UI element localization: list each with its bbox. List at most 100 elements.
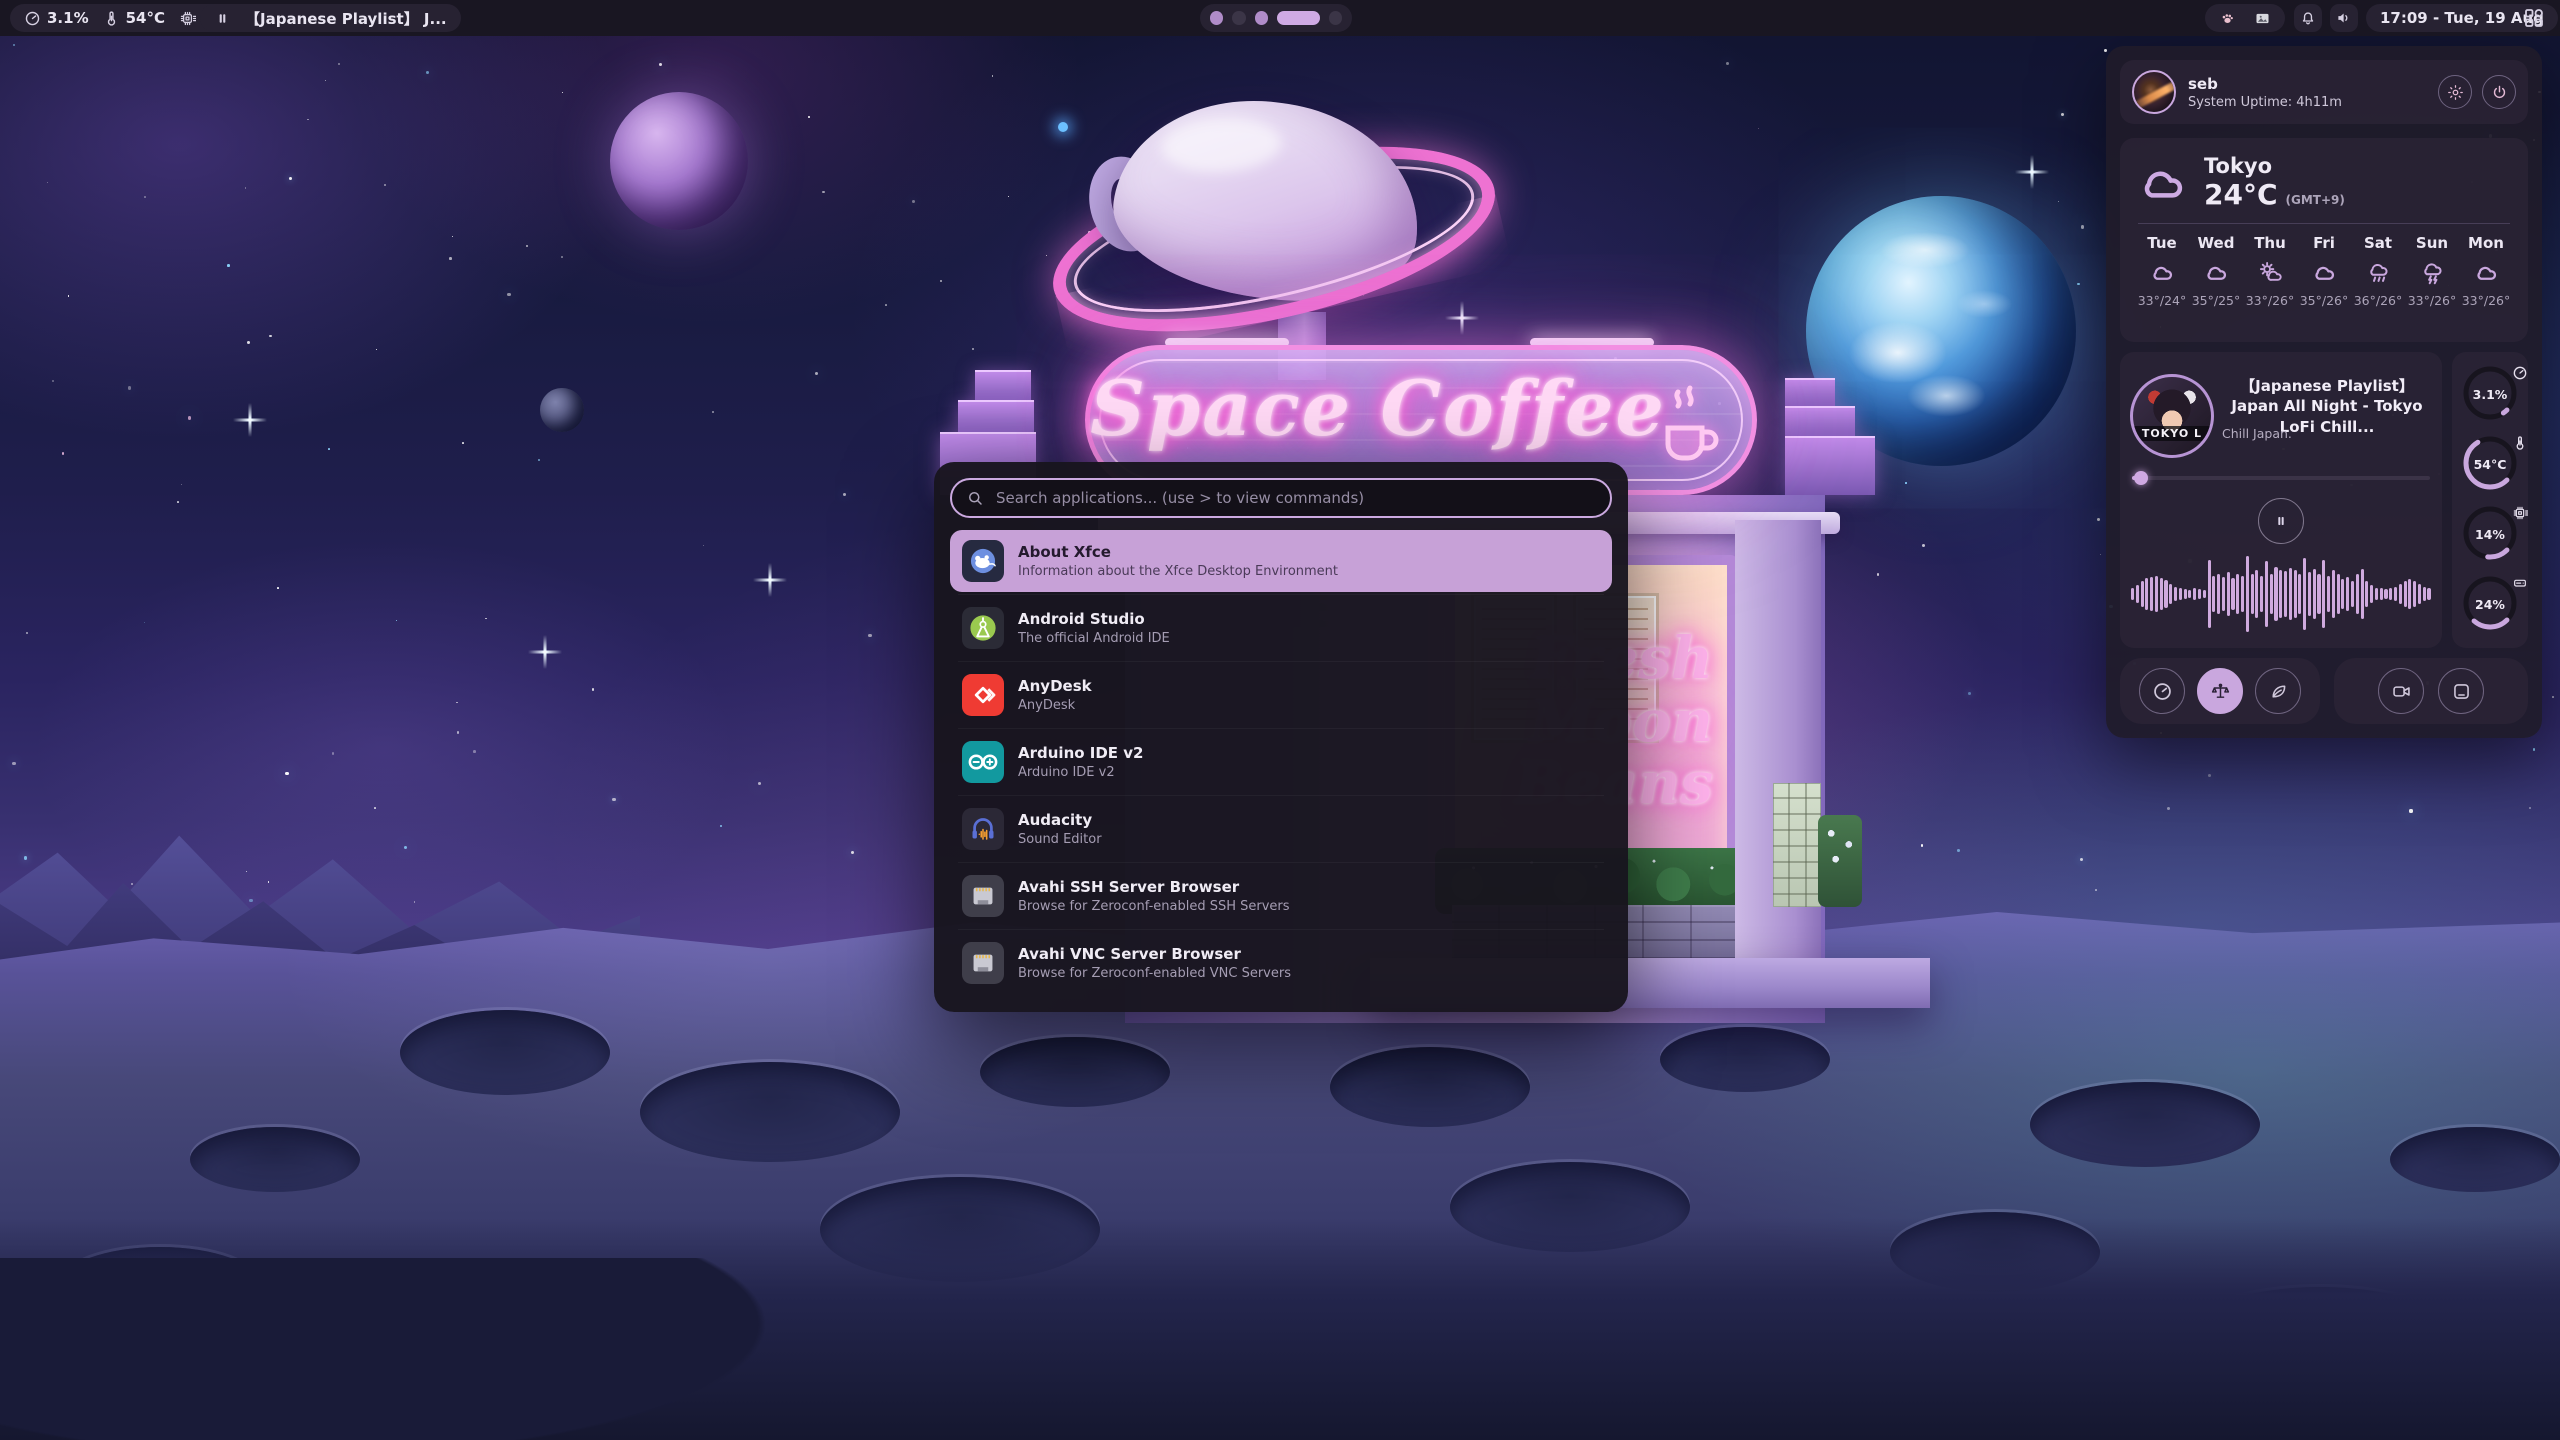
star: [2409, 809, 2412, 812]
workspace-dot[interactable]: [1255, 11, 1268, 25]
overview-button[interactable]: [2522, 6, 2546, 30]
star: [868, 634, 872, 638]
app-list-item[interactable]: AudacitySound Editor: [950, 798, 1612, 860]
image-icon[interactable]: [2254, 10, 2271, 27]
play-pause-button[interactable]: [2258, 498, 2304, 544]
moon-crater: [190, 1127, 360, 1192]
performance-profile-button[interactable]: [2139, 668, 2185, 714]
forecast-day-name: Sat: [2364, 234, 2392, 252]
screen-record-button[interactable]: [2378, 668, 2424, 714]
app-list-item[interactable]: Arduino IDE v2Arduino IDE v2: [950, 731, 1612, 793]
workspace-switcher[interactable]: [1200, 4, 1352, 32]
workspace-dot[interactable]: [1329, 11, 1342, 25]
app-list-item[interactable]: Avahi SSH Server BrowserBrowse for Zeroc…: [950, 865, 1612, 927]
star: [2095, 889, 2097, 891]
gauge-value: 14%: [2458, 527, 2522, 542]
paw-icon[interactable]: [2219, 10, 2236, 27]
star: [561, 256, 563, 258]
notifications-button[interactable]: [2294, 4, 2322, 32]
gauge-value: 54°C: [2458, 457, 2522, 472]
now-playing-label: 【Japanese Playlist】 J...: [245, 8, 447, 29]
track-progress-bar[interactable]: [2132, 476, 2430, 480]
suncloud-icon: [2257, 259, 2284, 286]
star: [144, 196, 146, 198]
waveform-bar: [2298, 574, 2301, 614]
waveform-bar: [2231, 578, 2234, 611]
volume-button[interactable]: [2330, 4, 2358, 32]
waveform-bar: [2365, 581, 2368, 607]
power-profile-card: [2120, 658, 2320, 724]
waveform-bar: [2346, 577, 2349, 611]
cloud-icon: [2149, 259, 2176, 286]
system-tray[interactable]: [2205, 4, 2285, 32]
star: [328, 448, 330, 450]
cloud-icon: [2136, 156, 2190, 210]
clock-label: 17:09 - Tue, 19 Aug: [2380, 9, 2544, 27]
app-title: Avahi VNC Server Browser: [1018, 945, 1291, 963]
workspace-dot[interactable]: [1210, 11, 1223, 25]
weather-forecast: Tue33°/24°Wed35°/25°Thu33°/26°Fri35°/26°…: [2136, 234, 2512, 308]
app-launcher: About XfceInformation about the Xfce Des…: [934, 462, 1628, 1012]
gear-icon: [2447, 84, 2464, 101]
waveform-bar: [2418, 584, 2421, 604]
arduino-icon: [962, 741, 1004, 783]
waveform-bar: [2341, 579, 2344, 608]
forecast-temps: 33°/26°: [2408, 293, 2457, 308]
power-icon: [2491, 84, 2508, 101]
sparkle-star: [233, 403, 267, 437]
waveform-bar: [2313, 569, 2316, 620]
star: [2167, 807, 2170, 810]
waveform-bar: [2370, 585, 2373, 603]
workspace-dot[interactable]: [1277, 11, 1319, 25]
avatar[interactable]: [2132, 70, 2176, 114]
star: [659, 63, 662, 66]
star: [277, 587, 279, 589]
star: [285, 772, 289, 776]
small-planet: [540, 388, 584, 432]
settings-button[interactable]: [2438, 75, 2472, 109]
star: [384, 184, 386, 186]
app-list-item[interactable]: AnyDeskAnyDesk: [950, 664, 1612, 726]
balanced-profile-button[interactable]: [2197, 668, 2243, 714]
waveform-bar: [2322, 560, 2325, 629]
waveform-bar: [2423, 587, 2426, 601]
disk-icon: [2508, 568, 2524, 584]
app-text: AudacitySound Editor: [1018, 811, 1102, 847]
search-input[interactable]: [950, 478, 1612, 518]
app-list-item[interactable]: About XfceInformation about the Xfce Des…: [950, 530, 1612, 592]
waveform-bar: [2241, 576, 2244, 612]
star: [815, 372, 818, 375]
system-stat: 54°C: [103, 9, 165, 27]
waveform-bar: [2380, 588, 2383, 599]
stat-value: 54°C: [126, 9, 165, 27]
app-list-item[interactable]: Android StudioThe official Android IDE: [950, 597, 1612, 659]
screenshot-button[interactable]: [2438, 668, 2484, 714]
waveform-bar: [2303, 558, 2306, 630]
waveform-bar: [2198, 589, 2201, 599]
weather-card: Tokyo 24°C (GMT+9) Tue33°/24°Wed35°/25°T…: [2120, 138, 2528, 342]
star: [128, 386, 131, 389]
waveform-bar: [2208, 560, 2211, 629]
app-list-item[interactable]: Avahi VNC Server BrowserBrowse for Zeroc…: [950, 932, 1612, 994]
bell-icon: [2299, 9, 2317, 27]
forecast-day-name: Thu: [2254, 234, 2286, 252]
rain-icon: [2365, 259, 2392, 286]
scales-icon: [2210, 681, 2231, 702]
powersave-profile-button[interactable]: [2255, 668, 2301, 714]
now-playing-widget[interactable]: 【Japanese Playlist】 J...: [200, 4, 461, 32]
moon-crater: [980, 1037, 1170, 1107]
waveform-bar: [2384, 589, 2387, 599]
weather-temperature: 24°C: [2204, 178, 2278, 211]
waveform-bar: [2193, 588, 2196, 599]
progress-thumb[interactable]: [2134, 471, 2148, 485]
power-button[interactable]: [2482, 75, 2516, 109]
workspace-dot[interactable]: [1232, 11, 1245, 25]
waveform-bar: [2413, 581, 2416, 607]
waveform-bar: [2294, 570, 2297, 617]
star: [374, 807, 376, 809]
audio-visualizer: [2131, 554, 2431, 634]
album-art[interactable]: TOKYO L: [2130, 374, 2214, 458]
app-text: Arduino IDE v2Arduino IDE v2: [1018, 744, 1144, 780]
app-text: Avahi VNC Server BrowserBrowse for Zeroc…: [1018, 945, 1291, 981]
star: [457, 731, 459, 733]
